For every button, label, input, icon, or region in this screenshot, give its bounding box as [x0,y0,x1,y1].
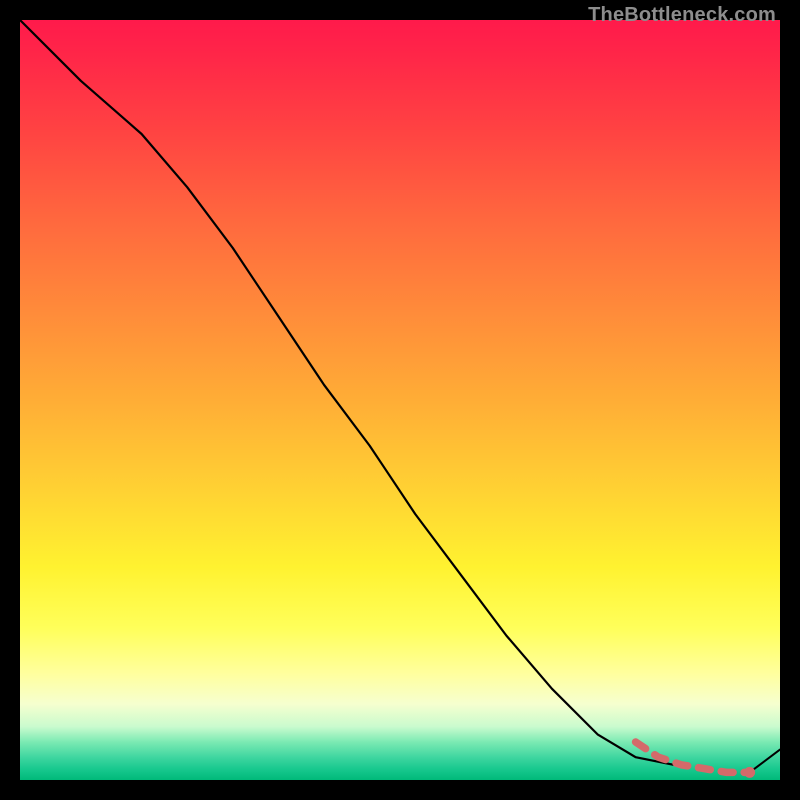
chart-svg-layer [20,20,780,780]
tail-uptick [750,750,780,773]
dashed-segment [636,742,750,772]
solid-curve [20,20,674,765]
end-marker [744,767,755,778]
chart-frame: TheBottleneck.com [0,0,800,800]
